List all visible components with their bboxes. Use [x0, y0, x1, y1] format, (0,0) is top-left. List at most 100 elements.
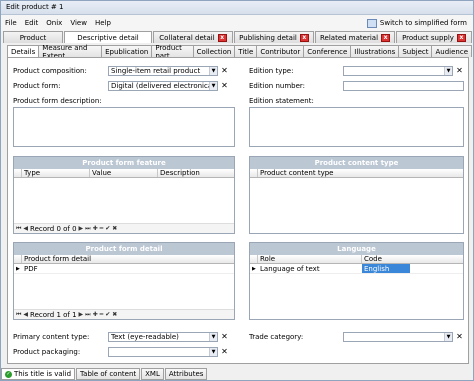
close-icon[interactable]: x	[217, 33, 227, 42]
status-valid-label: This title is valid	[14, 370, 72, 378]
tab-product-supply-label: Product supply	[402, 33, 454, 42]
tab-descriptive-detail-label: Descriptive detail	[77, 33, 139, 42]
product-packaging-select[interactable]: ▼	[108, 347, 218, 357]
menu-onix[interactable]: Onix	[42, 19, 66, 27]
delete-record-icon[interactable]: ━	[100, 311, 104, 318]
row-header-spacer	[250, 169, 258, 177]
clear-icon[interactable]: ✕	[455, 66, 464, 76]
close-icon[interactable]: x	[456, 33, 466, 42]
column-header[interactable]: Product form detail	[22, 255, 234, 263]
column-header[interactable]: Role	[258, 255, 362, 263]
chevron-down-icon[interactable]: ▼	[444, 67, 452, 75]
switch-simplified-label: Switch to simplified form	[379, 19, 467, 27]
menu-edit[interactable]: Edit	[21, 19, 43, 27]
product-composition-label: Product composition:	[13, 67, 87, 75]
add-record-icon[interactable]: ✚	[93, 225, 98, 232]
product-form-detail-grid: Product form detail Product form detail …	[13, 242, 235, 320]
status-tab-toc[interactable]: Table of content	[76, 368, 141, 380]
tab-related-material[interactable]: Related material x	[315, 31, 395, 43]
edition-number-field[interactable]	[343, 81, 464, 91]
table-cell[interactable]: Language of text	[258, 264, 362, 273]
product-form-label: Product form:	[13, 82, 61, 90]
tab-product[interactable]: Product	[3, 31, 63, 43]
chevron-down-icon[interactable]: ▼	[444, 333, 452, 341]
grid-title: Language	[250, 243, 463, 255]
column-header[interactable]: Product content type	[258, 169, 463, 177]
tab-collateral-detail[interactable]: Collateral detail x	[153, 31, 233, 43]
menu-file[interactable]: File	[1, 19, 21, 27]
subtab-audience[interactable]: Audience	[431, 45, 472, 57]
chevron-down-icon[interactable]: ▼	[209, 333, 217, 341]
product-form-description-field[interactable]	[13, 107, 235, 147]
grid-navigator: ⏮ ◀ Record 1 of 1 ▶ ⏭ ✚ ━ ✔ ✖	[14, 309, 234, 319]
product-form-value: Digital (delivered electronically)	[111, 82, 218, 90]
menu-help[interactable]: Help	[91, 19, 115, 27]
switch-simplified-button[interactable]: Switch to simplified form	[366, 16, 467, 30]
tab-product-supply[interactable]: Product supply x	[396, 31, 472, 43]
table-row[interactable]: ▶ Language of text English	[250, 264, 463, 274]
column-header[interactable]: Type	[22, 169, 90, 177]
clear-icon[interactable]: ✕	[455, 332, 464, 342]
column-header[interactable]: Value	[90, 169, 158, 177]
close-icon[interactable]: x	[381, 33, 391, 42]
prev-record-icon[interactable]: ◀	[23, 225, 28, 232]
last-record-icon[interactable]: ⏭	[85, 225, 90, 233]
subtab-contributor[interactable]: Contributor	[256, 45, 305, 57]
subtab-collection[interactable]: Collection	[192, 45, 236, 57]
table-cell[interactable]: English	[362, 264, 410, 273]
grid-title: Product form feature	[14, 157, 234, 169]
subtab-subject[interactable]: Subject	[398, 45, 433, 57]
subtab-illustrations[interactable]: Illustrations	[350, 45, 400, 57]
row-header-spacer	[250, 255, 258, 263]
first-record-icon[interactable]: ⏮	[16, 225, 21, 233]
edition-statement-label: Edition statement:	[249, 97, 314, 105]
column-header[interactable]: Code	[362, 255, 463, 263]
menu-view[interactable]: View	[66, 19, 91, 27]
cancel-icon[interactable]: ✖	[112, 225, 117, 232]
confirm-icon[interactable]: ✔	[105, 225, 110, 232]
product-form-select[interactable]: Digital (delivered electronically) ▼	[108, 81, 218, 91]
chevron-down-icon[interactable]: ▼	[209, 348, 217, 356]
subtab-details[interactable]: Details	[7, 45, 40, 57]
first-record-icon[interactable]: ⏮	[16, 311, 21, 319]
clear-icon[interactable]: ✕	[220, 347, 229, 357]
table-cell[interactable]: PDF	[22, 264, 234, 273]
confirm-icon[interactable]: ✔	[105, 311, 110, 318]
trade-category-select[interactable]: ▼	[343, 332, 453, 342]
subtab-product-part[interactable]: Product part	[151, 44, 194, 60]
delete-record-icon[interactable]: ━	[100, 225, 104, 232]
subtab-epublication[interactable]: Epublication	[101, 45, 153, 57]
tab-publishing-detail[interactable]: Publishing detail x	[234, 31, 314, 43]
edition-statement-field[interactable]	[249, 107, 464, 147]
tab-descriptive-detail[interactable]: Descriptive detail	[64, 31, 152, 43]
close-icon[interactable]: x	[299, 33, 309, 42]
status-valid-tab[interactable]: ✓ This title is valid	[1, 368, 76, 380]
tab-product-label: Product	[19, 33, 47, 42]
clear-icon[interactable]: ✕	[220, 332, 229, 342]
next-record-icon[interactable]: ▶	[79, 225, 84, 232]
chevron-down-icon[interactable]: ▼	[209, 82, 217, 90]
row-header-spacer	[14, 169, 22, 177]
prev-record-icon[interactable]: ◀	[23, 311, 28, 318]
status-tab-attributes[interactable]: Attributes	[164, 368, 208, 380]
add-record-icon[interactable]: ✚	[93, 311, 98, 318]
last-record-icon[interactable]: ⏭	[85, 311, 90, 319]
primary-content-type-value: Text (eye-readable)	[111, 333, 179, 341]
primary-content-type-select[interactable]: Text (eye-readable) ▼	[108, 332, 218, 342]
window-title: Edit product # 1	[1, 1, 473, 15]
chevron-down-icon[interactable]: ▼	[209, 67, 217, 75]
cancel-icon[interactable]: ✖	[112, 311, 117, 318]
next-record-icon[interactable]: ▶	[79, 311, 84, 318]
column-header[interactable]: Description	[158, 169, 234, 177]
table-row[interactable]: ▶ PDF	[14, 264, 234, 274]
status-tab-xml[interactable]: XML	[141, 368, 164, 380]
edition-number-label: Edition number:	[249, 82, 305, 90]
subtab-title[interactable]: Title	[234, 45, 258, 57]
clear-icon[interactable]: ✕	[220, 66, 229, 76]
product-composition-select[interactable]: Single-item retail product ▼	[108, 66, 218, 76]
clear-icon[interactable]: ✕	[220, 81, 229, 91]
sub-tab-bar: Details Measure and Extent Epublication …	[7, 44, 472, 60]
subtab-conference[interactable]: Conference	[303, 45, 352, 57]
subtab-measure[interactable]: Measure and Extent	[38, 44, 103, 60]
edition-type-select[interactable]: ▼	[343, 66, 453, 76]
